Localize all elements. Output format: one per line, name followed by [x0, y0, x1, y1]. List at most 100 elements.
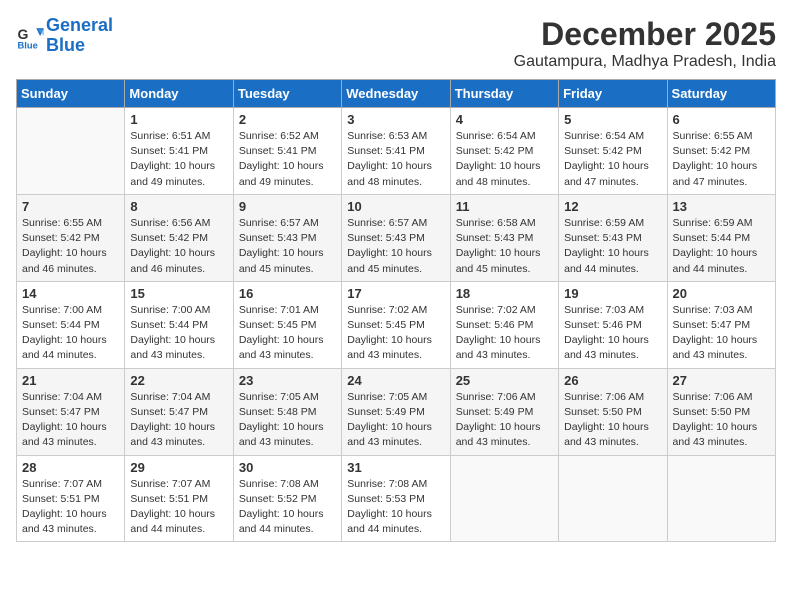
- calendar-day-cell: 26 Sunrise: 7:06 AMSunset: 5:50 PMDayligh…: [559, 368, 667, 455]
- calendar-day-cell: [667, 455, 775, 542]
- day-number: 15: [130, 286, 227, 301]
- day-number: 26: [564, 373, 661, 388]
- day-number: 27: [673, 373, 770, 388]
- calendar-body: 1Sunrise: 6:51 AMSunset: 5:41 PMDaylight…: [17, 108, 776, 542]
- calendar-day-cell: 31 Sunrise: 7:08 AMSunset: 5:53 PMDayligh…: [342, 455, 450, 542]
- day-number: 29: [130, 460, 227, 475]
- day-info: Sunrise: 7:03 AMSunset: 5:47 PMDaylight:…: [673, 303, 770, 364]
- calendar-day-header: Sunday: [17, 80, 125, 108]
- day-info: Sunrise: 7:04 AMSunset: 5:47 PMDaylight:…: [22, 390, 119, 451]
- day-number: 17: [347, 286, 444, 301]
- day-number: 11: [456, 199, 553, 214]
- calendar-day-cell: 4 Sunrise: 6:54 AMSunset: 5:42 PMDaylight…: [450, 108, 558, 195]
- calendar-day-cell: 18Sunrise: 7:02 AMSunset: 5:46 PMDayligh…: [450, 281, 558, 368]
- calendar-day-cell: 13Sunrise: 6:59 AMSunset: 5:44 PMDayligh…: [667, 194, 775, 281]
- calendar-day-cell: 24Sunrise: 7:05 AMSunset: 5:49 PMDayligh…: [342, 368, 450, 455]
- day-number: 10: [347, 199, 444, 214]
- day-number: 20: [673, 286, 770, 301]
- day-number: 22: [130, 373, 227, 388]
- calendar-day-cell: [559, 455, 667, 542]
- day-info: Sunrise: 6:59 AMSunset: 5:43 PMDaylight:…: [564, 216, 661, 277]
- day-number: 25: [456, 373, 553, 388]
- day-info: Sunrise: 6:55 AMSunset: 5:42 PMDaylight:…: [22, 216, 119, 277]
- calendar-day-cell: [17, 108, 125, 195]
- day-info: Sunrise: 7:00 AMSunset: 5:44 PMDaylight:…: [130, 303, 227, 364]
- day-number: 23: [239, 373, 336, 388]
- calendar-header-row: SundayMondayTuesdayWednesdayThursdayFrid…: [17, 80, 776, 108]
- day-info: Sunrise: 7:02 AMSunset: 5:45 PMDaylight:…: [347, 303, 444, 364]
- calendar-week-row: 1Sunrise: 6:51 AMSunset: 5:41 PMDaylight…: [17, 108, 776, 195]
- logo-text: General: [46, 16, 113, 36]
- day-number: 5: [564, 112, 661, 127]
- day-info: Sunrise: 6:57 AMSunset: 5:43 PMDaylight:…: [239, 216, 336, 277]
- day-info: Sunrise: 6:56 AMSunset: 5:42 PMDaylight:…: [130, 216, 227, 277]
- calendar-day-cell: [450, 455, 558, 542]
- calendar-week-row: 7 Sunrise: 6:55 AMSunset: 5:42 PMDaylight…: [17, 194, 776, 281]
- calendar-day-cell: 3 Sunrise: 6:53 AMSunset: 5:41 PMDaylight…: [342, 108, 450, 195]
- calendar-day-cell: 22 Sunrise: 7:04 AMSunset: 5:47 PMDayligh…: [125, 368, 233, 455]
- day-number: 4: [456, 112, 553, 127]
- day-number: 2: [239, 112, 336, 127]
- day-info: Sunrise: 6:51 AMSunset: 5:41 PMDaylight:…: [130, 129, 227, 190]
- calendar-week-row: 14 Sunrise: 7:00 AMSunset: 5:44 PMDayligh…: [17, 281, 776, 368]
- day-info: Sunrise: 6:54 AMSunset: 5:42 PMDaylight:…: [564, 129, 661, 190]
- calendar-day-header: Wednesday: [342, 80, 450, 108]
- calendar-day-cell: 10Sunrise: 6:57 AMSunset: 5:43 PMDayligh…: [342, 194, 450, 281]
- calendar-day-cell: 6Sunrise: 6:55 AMSunset: 5:42 PMDaylight…: [667, 108, 775, 195]
- day-info: Sunrise: 7:05 AMSunset: 5:49 PMDaylight:…: [347, 390, 444, 451]
- calendar-day-cell: 2Sunrise: 6:52 AMSunset: 5:41 PMDaylight…: [233, 108, 341, 195]
- day-number: 19: [564, 286, 661, 301]
- day-number: 14: [22, 286, 119, 301]
- calendar-day-cell: 15 Sunrise: 7:00 AMSunset: 5:44 PMDayligh…: [125, 281, 233, 368]
- day-info: Sunrise: 7:08 AMSunset: 5:52 PMDaylight:…: [239, 477, 336, 538]
- day-number: 7: [22, 199, 119, 214]
- calendar-day-cell: 28Sunrise: 7:07 AMSunset: 5:51 PMDayligh…: [17, 455, 125, 542]
- day-info: Sunrise: 7:06 AMSunset: 5:50 PMDaylight:…: [564, 390, 661, 451]
- calendar-day-cell: 1Sunrise: 6:51 AMSunset: 5:41 PMDaylight…: [125, 108, 233, 195]
- calendar-day-cell: 9 Sunrise: 6:57 AMSunset: 5:43 PMDaylight…: [233, 194, 341, 281]
- day-number: 30: [239, 460, 336, 475]
- day-number: 12: [564, 199, 661, 214]
- calendar-day-cell: 23 Sunrise: 7:05 AMSunset: 5:48 PMDayligh…: [233, 368, 341, 455]
- calendar-day-cell: 17 Sunrise: 7:02 AMSunset: 5:45 PMDayligh…: [342, 281, 450, 368]
- calendar-day-cell: 7 Sunrise: 6:55 AMSunset: 5:42 PMDaylight…: [17, 194, 125, 281]
- logo: G Blue General Blue: [16, 16, 113, 56]
- calendar-table: SundayMondayTuesdayWednesdayThursdayFrid…: [16, 79, 776, 542]
- calendar-day-cell: 20 Sunrise: 7:03 AMSunset: 5:47 PMDayligh…: [667, 281, 775, 368]
- calendar-day-cell: 14 Sunrise: 7:00 AMSunset: 5:44 PMDayligh…: [17, 281, 125, 368]
- day-info: Sunrise: 7:03 AMSunset: 5:46 PMDaylight:…: [564, 303, 661, 364]
- calendar-day-header: Friday: [559, 80, 667, 108]
- day-number: 31: [347, 460, 444, 475]
- day-number: 28: [22, 460, 119, 475]
- calendar-day-cell: 8 Sunrise: 6:56 AMSunset: 5:42 PMDaylight…: [125, 194, 233, 281]
- day-info: Sunrise: 7:06 AMSunset: 5:50 PMDaylight:…: [673, 390, 770, 451]
- calendar-day-cell: 25 Sunrise: 7:06 AMSunset: 5:49 PMDayligh…: [450, 368, 558, 455]
- day-info: Sunrise: 7:05 AMSunset: 5:48 PMDaylight:…: [239, 390, 336, 451]
- day-info: Sunrise: 7:06 AMSunset: 5:49 PMDaylight:…: [456, 390, 553, 451]
- day-number: 13: [673, 199, 770, 214]
- page-header: G Blue General Blue December 2025 Gautam…: [16, 16, 776, 71]
- logo-icon: G Blue: [16, 22, 44, 50]
- day-info: Sunrise: 6:54 AMSunset: 5:42 PMDaylight:…: [456, 129, 553, 190]
- calendar-day-header: Tuesday: [233, 80, 341, 108]
- svg-text:Blue: Blue: [18, 40, 38, 50]
- day-info: Sunrise: 7:08 AMSunset: 5:53 PMDaylight:…: [347, 477, 444, 538]
- day-number: 8: [130, 199, 227, 214]
- title-block: December 2025 Gautampura, Madhya Pradesh…: [514, 16, 776, 71]
- calendar-day-header: Thursday: [450, 80, 558, 108]
- day-info: Sunrise: 7:04 AMSunset: 5:47 PMDaylight:…: [130, 390, 227, 451]
- day-number: 3: [347, 112, 444, 127]
- calendar-week-row: 21Sunrise: 7:04 AMSunset: 5:47 PMDayligh…: [17, 368, 776, 455]
- calendar-day-cell: 16Sunrise: 7:01 AMSunset: 5:45 PMDayligh…: [233, 281, 341, 368]
- day-number: 9: [239, 199, 336, 214]
- day-info: Sunrise: 6:53 AMSunset: 5:41 PMDaylight:…: [347, 129, 444, 190]
- day-info: Sunrise: 6:58 AMSunset: 5:43 PMDaylight:…: [456, 216, 553, 277]
- calendar-day-cell: 12 Sunrise: 6:59 AMSunset: 5:43 PMDayligh…: [559, 194, 667, 281]
- day-info: Sunrise: 7:00 AMSunset: 5:44 PMDaylight:…: [22, 303, 119, 364]
- calendar-day-cell: 21Sunrise: 7:04 AMSunset: 5:47 PMDayligh…: [17, 368, 125, 455]
- calendar-day-header: Monday: [125, 80, 233, 108]
- day-number: 16: [239, 286, 336, 301]
- day-number: 6: [673, 112, 770, 127]
- day-info: Sunrise: 7:02 AMSunset: 5:46 PMDaylight:…: [456, 303, 553, 364]
- day-info: Sunrise: 7:07 AMSunset: 5:51 PMDaylight:…: [130, 477, 227, 538]
